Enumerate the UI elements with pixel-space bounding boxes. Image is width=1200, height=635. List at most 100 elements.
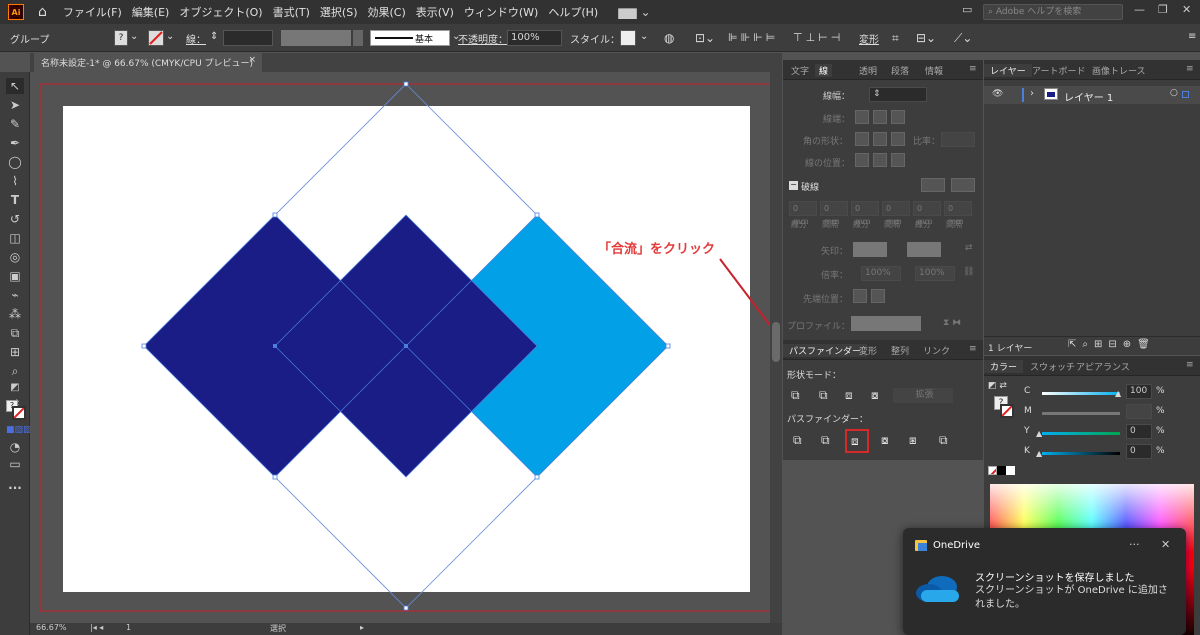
expand-button[interactable]: 拡張 (893, 388, 953, 403)
minus-back-icon[interactable]: ⧉ (939, 433, 948, 448)
tab-artboards[interactable]: アートボード (1032, 64, 1085, 77)
slider-handle-icon[interactable]: ▲ (1036, 449, 1042, 458)
dash-preserve-icon[interactable] (921, 178, 945, 192)
color-stroke-box[interactable] (1000, 404, 1014, 418)
arrow-end-scale[interactable]: 100% (915, 266, 955, 281)
home-icon[interactable]: ⌂ (38, 4, 47, 20)
miter-join-icon[interactable] (855, 132, 869, 146)
more-tools-icon[interactable]: ··· (6, 480, 24, 496)
artboard-number[interactable]: 1 (126, 623, 131, 632)
unite-icon[interactable]: ⧉ (791, 388, 800, 403)
tab-links[interactable]: リンク (923, 344, 950, 357)
restore-icon[interactable]: ❐ (1158, 3, 1168, 16)
expand-layer-icon[interactable]: › (1030, 88, 1034, 99)
align-horizontal-icons[interactable]: ⊫⊪⊩⊨ (728, 31, 778, 44)
channel-value[interactable]: 0 (1126, 444, 1152, 459)
channel-value[interactable]: 0 (1126, 424, 1152, 439)
window-close-icon[interactable]: ✕ (1182, 3, 1191, 16)
panel-menu-icon[interactable]: ≡ (1186, 360, 1194, 370)
round-cap-icon[interactable] (873, 110, 887, 124)
bevel-join-icon[interactable] (891, 132, 905, 146)
fill-swatch[interactable]: ? (114, 30, 128, 46)
swap-arrows-icon[interactable]: ⇄ (965, 243, 973, 253)
document-tab[interactable]: 名称未設定-1* @ 66.67% (CMYK/CPU プレビュー) × (34, 53, 262, 72)
dash-align-icon[interactable] (951, 178, 975, 192)
channel-value[interactable]: 100 (1126, 384, 1152, 399)
magic-wand-tool-icon[interactable]: ✎ (6, 116, 24, 132)
flip-profile-icons[interactable]: ⧗ ⧓ (943, 318, 961, 328)
fill-dropdown-icon[interactable]: ⌄ (130, 31, 138, 42)
brush-definition[interactable]: 基本 (370, 30, 450, 46)
menu-help[interactable]: ヘルプ(H) (548, 4, 598, 20)
round-join-icon[interactable] (873, 132, 887, 146)
slider-handle-icon[interactable]: ▲ (1036, 429, 1042, 438)
tab-stroke[interactable]: 線 (815, 64, 833, 77)
dash-1[interactable]: 0 mm (789, 201, 817, 226)
ellipse-tool-icon[interactable]: ◯ (6, 154, 24, 170)
status-arrow-icon[interactable]: ▸ (360, 623, 364, 632)
layer-row[interactable]: 👁 › レイヤー 1 ○ (984, 86, 1200, 104)
tab-transparency[interactable]: 透明 (859, 64, 877, 77)
panel-toggle-icon[interactable]: ▭ (962, 3, 972, 16)
arrow-start-select[interactable] (853, 242, 887, 257)
isolate-icon[interactable]: ⌗ (892, 31, 899, 46)
stroke-weight-label[interactable]: 線： (186, 31, 206, 46)
tab-paragraph[interactable]: 段落 (891, 64, 909, 77)
notification-close-icon[interactable]: ✕ (1161, 538, 1170, 551)
default-fill-stroke-icon[interactable]: ◩ ⇄ (6, 380, 24, 409)
opacity-label[interactable]: 不透明度： (458, 31, 508, 46)
arrange-icon[interactable]: ⊟⌄ (916, 31, 936, 45)
arrow-tip-place-icon[interactable] (871, 289, 885, 303)
workspace-switcher-icon[interactable]: ▆▆ ⌄ (618, 5, 650, 19)
none-swatch[interactable] (988, 466, 997, 475)
variable-width-profile[interactable] (281, 30, 351, 46)
dash-3[interactable]: 0 mm (913, 201, 941, 226)
panel-menu-icon[interactable]: ≡ (969, 344, 977, 354)
menu-effect[interactable]: 効果(C) (368, 4, 406, 20)
rotate-tool-icon[interactable]: ↺ (6, 211, 24, 227)
target-icon[interactable]: ○ (1170, 88, 1178, 98)
merge-button[interactable]: ⧈ (845, 429, 869, 453)
menu-select[interactable]: 選択(S) (320, 4, 358, 20)
shape-builder-tool-icon[interactable]: ◎ (6, 249, 24, 265)
gap-3[interactable]: 0 mm (944, 201, 972, 226)
scroll-thumb[interactable] (772, 322, 780, 362)
dash-2[interactable]: 0 mm (851, 201, 879, 226)
tab-swatches[interactable]: スウォッチ (1030, 360, 1075, 373)
artwork-svg[interactable] (30, 72, 782, 623)
stroke-weight-input[interactable] (223, 30, 273, 46)
control-bar-menu-icon[interactable]: ≡ (1188, 31, 1196, 42)
stroke-box[interactable] (12, 406, 26, 420)
stroke-swatch[interactable] (148, 30, 164, 46)
transform-link[interactable]: 変形 (859, 31, 879, 46)
artboard-tool-icon[interactable]: ⊞ (6, 344, 24, 360)
direct-selection-tool-icon[interactable]: ➤ (6, 97, 24, 113)
blend-tool-icon[interactable]: ⧉ (6, 325, 24, 341)
gap-2[interactable]: 0 mm (882, 201, 910, 226)
tab-info[interactable]: 情報 (925, 64, 943, 77)
tab-layers[interactable]: レイヤー (984, 64, 1032, 77)
layers-footer-icons[interactable]: ⇱⌕⊞⊟⊕🗑 (1068, 339, 1156, 350)
minimize-icon[interactable]: — (1134, 3, 1145, 16)
align-to-icon[interactable]: ⊡⌄ (695, 31, 715, 45)
tab-appearance[interactable]: アピアランス (1076, 360, 1130, 373)
stroke-weight-stepper-icon[interactable]: ⇕ (210, 31, 218, 42)
link-scale-icon[interactable]: ⛓ (963, 267, 974, 277)
artboard-nav-icons[interactable]: |◂ ◂ (90, 623, 103, 632)
gap-1[interactable]: 0 mm (820, 201, 848, 226)
graphic-style-swatch[interactable] (620, 30, 636, 46)
gradient-tool-icon[interactable]: ▣ (6, 268, 24, 284)
align-outside-icon[interactable] (891, 153, 905, 167)
quick-swatches[interactable] (988, 466, 1018, 475)
stroke-dropdown-icon[interactable]: ⌄ (166, 31, 174, 42)
square-cap-icon[interactable] (891, 110, 905, 124)
arrow-end-select[interactable] (907, 242, 941, 257)
puppet-warp-icon[interactable]: ⟋⌄ (954, 31, 972, 46)
align-center-icon[interactable] (855, 153, 869, 167)
canvas[interactable] (30, 72, 782, 623)
menu-view[interactable]: 表示(V) (416, 4, 454, 20)
zoom-tool-icon[interactable]: ⌕ (6, 363, 24, 379)
butt-cap-icon[interactable] (855, 110, 869, 124)
divide-icon[interactable]: ⧉ (793, 433, 802, 448)
eraser-tool-icon[interactable]: ◫ (6, 230, 24, 246)
